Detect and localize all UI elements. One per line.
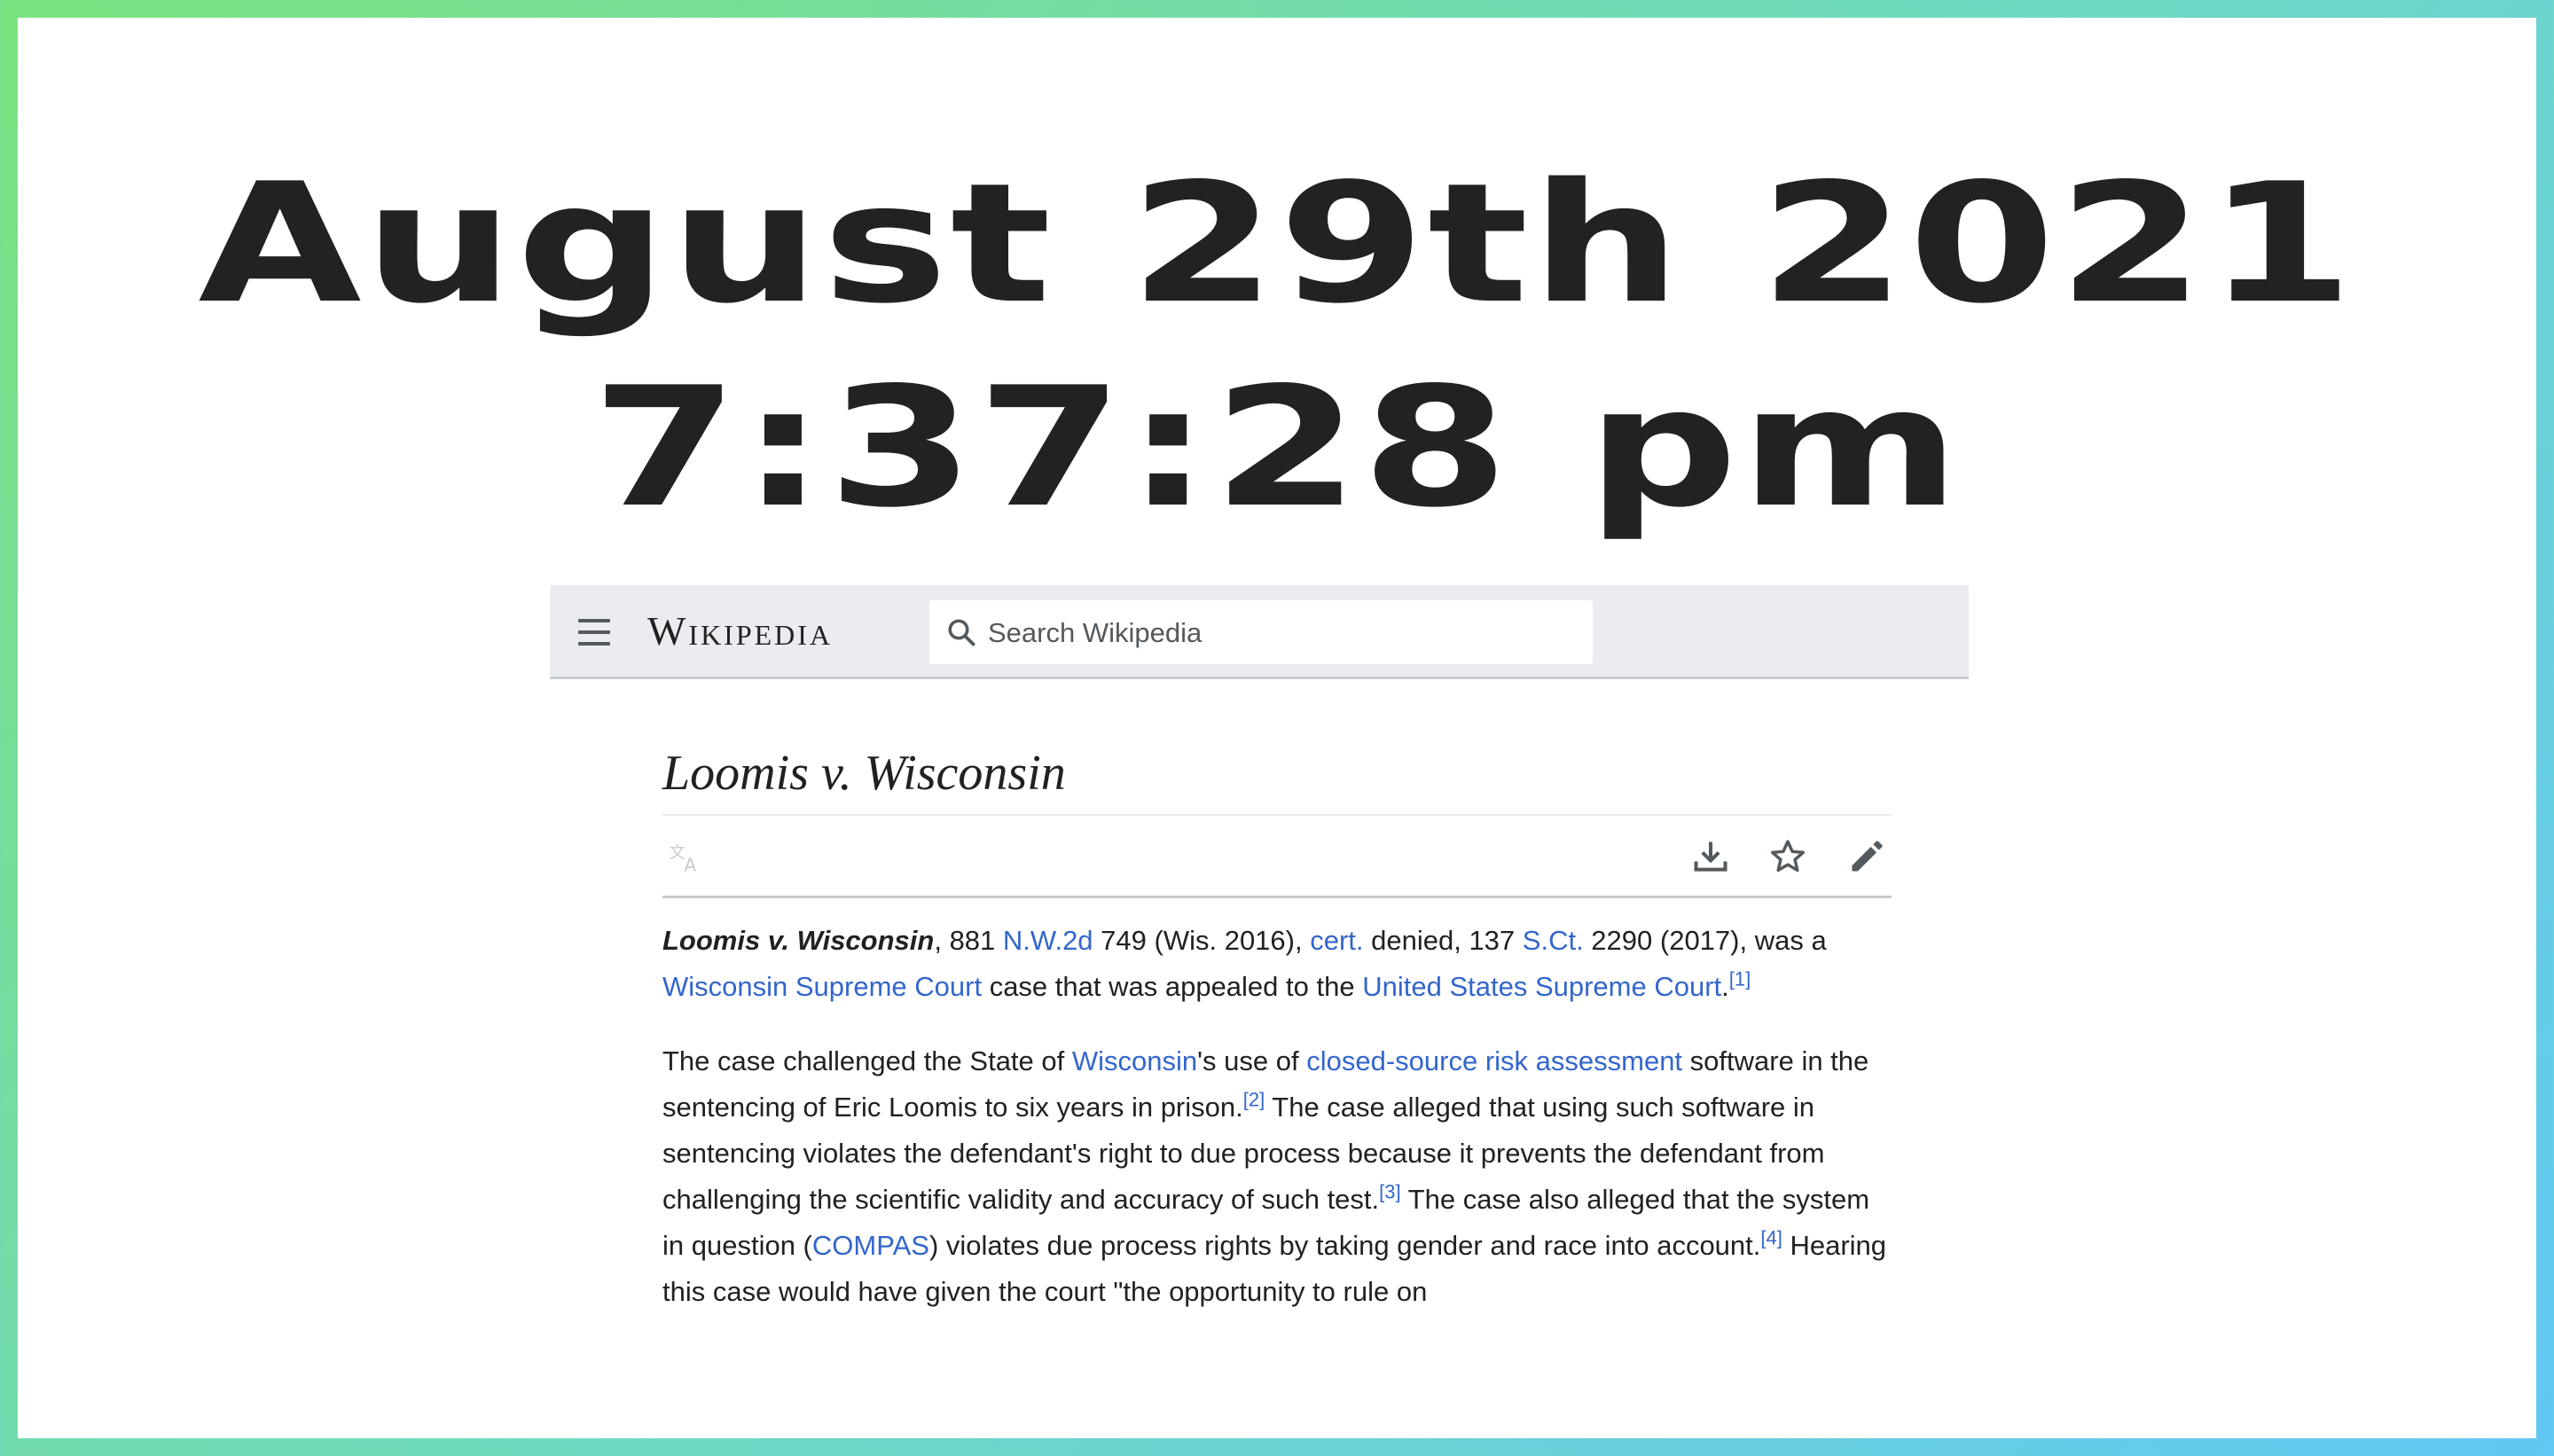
search-box[interactable] xyxy=(929,600,1593,666)
text: ) violates due process rights by taking … xyxy=(928,1230,1761,1261)
reference-1[interactable]: [1] xyxy=(1729,968,1751,990)
text: . xyxy=(1721,971,1729,1002)
text: 2290 (2017), was a xyxy=(1583,925,1827,956)
lead-title: Loomis v. Wisconsin xyxy=(662,925,935,956)
edit-icon[interactable] xyxy=(1847,837,1886,876)
menu-icon[interactable] xyxy=(578,619,610,646)
search-icon[interactable] xyxy=(945,616,977,648)
search-input[interactable] xyxy=(986,600,1584,666)
overlay-time: 7:37:28 pm xyxy=(591,351,1963,544)
overlay-date: August 29th 2021 xyxy=(198,147,2356,340)
wikipedia-header: Wikipedia xyxy=(550,585,1969,679)
paragraph-1: Loomis v. Wisconsin, 881 N.W.2d 749 (Wis… xyxy=(662,918,1892,1010)
paragraph-2: The case challenged the State of Wiscons… xyxy=(662,1038,1892,1315)
text: 's use of xyxy=(1197,1045,1307,1076)
download-icon[interactable] xyxy=(1691,837,1730,876)
page-actions-bar: 文 A xyxy=(662,816,1892,898)
reference-2[interactable]: [2] xyxy=(1243,1089,1265,1111)
text: case that was appealed to the xyxy=(982,971,1363,1002)
link-risk-assessment[interactable]: closed-source risk assessment xyxy=(1306,1045,1682,1076)
wikipedia-wordmark[interactable]: Wikipedia xyxy=(647,607,833,654)
language-icon[interactable]: 文 A xyxy=(668,839,703,874)
link-wisconsin-supreme-court[interactable]: Wisconsin Supreme Court xyxy=(662,971,982,1002)
svg-text:文: 文 xyxy=(670,844,686,863)
reference-4[interactable]: [4] xyxy=(1760,1227,1782,1249)
star-icon[interactable] xyxy=(1768,837,1807,876)
link-cert[interactable]: cert. xyxy=(1310,925,1363,956)
link-wisconsin[interactable]: Wisconsin xyxy=(1072,1045,1197,1076)
svg-text:A: A xyxy=(684,855,696,874)
link-nw2d[interactable]: N.W.2d xyxy=(1003,925,1093,956)
text: , 881 xyxy=(934,925,1003,956)
text: 749 (Wis. 2016), xyxy=(1093,925,1311,956)
link-sct[interactable]: S.Ct. xyxy=(1523,925,1584,956)
article-content: Loomis v. Wisconsin 文 A Loomis v. Wiscon… xyxy=(662,679,1892,1315)
link-us-supreme-court[interactable]: United States Supreme Court xyxy=(1362,971,1721,1002)
link-compas[interactable]: COMPAS xyxy=(812,1230,929,1261)
text: The case challenged the State of xyxy=(662,1045,1072,1076)
page-title: Loomis v. Wisconsin xyxy=(662,746,1066,801)
text: denied, 137 xyxy=(1363,925,1523,956)
reference-3[interactable]: [3] xyxy=(1379,1181,1400,1203)
